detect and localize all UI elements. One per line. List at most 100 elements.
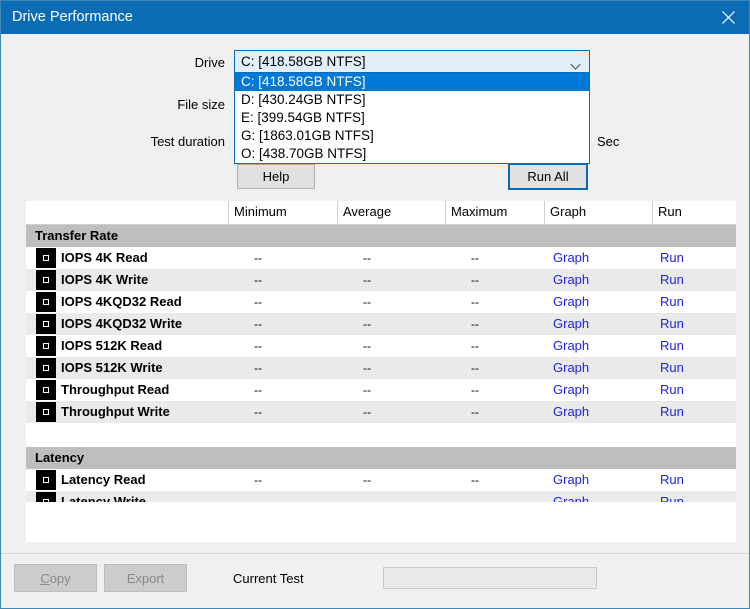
checkbox-square-icon[interactable] xyxy=(36,314,56,334)
footer-divider xyxy=(1,553,749,554)
run-link[interactable]: Run xyxy=(660,360,684,375)
close-icon xyxy=(721,11,735,24)
checkbox-square-icon[interactable] xyxy=(36,470,56,490)
graph-link[interactable]: Graph xyxy=(553,294,589,309)
minimum-value: -- xyxy=(254,339,262,353)
minimum-value: -- xyxy=(254,383,262,397)
table-row[interactable]: IOPS 512K Write -- -- -- Graph Run xyxy=(26,357,736,379)
minimum-value: -- xyxy=(254,295,262,309)
table-row[interactable]: Throughput Read -- -- -- Graph Run xyxy=(26,379,736,401)
test-name: IOPS 4KQD32 Read xyxy=(61,294,182,309)
column-header-average: Average xyxy=(343,204,392,219)
graph-link[interactable]: Graph xyxy=(553,272,589,287)
test-name: Throughput Write xyxy=(61,404,170,419)
run-link[interactable]: Run xyxy=(660,472,684,487)
table-row[interactable]: Throughput Write -- -- -- Graph Run xyxy=(26,401,736,423)
grid-spacer xyxy=(26,423,736,447)
run-link[interactable]: Run xyxy=(660,404,684,419)
average-value: -- xyxy=(363,339,371,353)
drive-option[interactable]: G: [1863.01GB NTFS] xyxy=(235,127,589,145)
checkbox-square-icon[interactable] xyxy=(36,380,56,400)
checkbox-square-icon[interactable] xyxy=(36,248,56,268)
drive-performance-window: Drive Performance Drive File size Test d… xyxy=(0,0,750,609)
checkbox-square-icon[interactable] xyxy=(36,336,56,356)
column-header-run: Run xyxy=(658,204,682,219)
run-all-button[interactable]: Run All xyxy=(508,163,588,190)
average-value: -- xyxy=(363,295,371,309)
maximum-value: -- xyxy=(471,273,479,287)
maximum-value: -- xyxy=(471,405,479,419)
average-value: -- xyxy=(363,383,371,397)
maximum-value: -- xyxy=(471,295,479,309)
test-name: IOPS 512K Read xyxy=(61,338,163,353)
section-header-label: Transfer Rate xyxy=(35,228,119,243)
run-link[interactable]: Run xyxy=(660,338,684,353)
maximum-value: -- xyxy=(471,317,479,331)
file-size-label: File size xyxy=(177,97,225,112)
grid-body: Transfer Rate IOPS 4K Read -- -- -- Graph Run I… xyxy=(26,225,736,513)
run-link[interactable]: Run xyxy=(660,272,684,287)
column-header-graph: Graph xyxy=(550,204,587,219)
maximum-value: -- xyxy=(471,361,479,375)
checkbox-square-icon[interactable] xyxy=(36,358,56,378)
drive-option[interactable]: C: [418.58GB NTFS] xyxy=(235,73,589,91)
graph-link[interactable]: Graph xyxy=(553,404,589,419)
test-name: IOPS 512K Write xyxy=(61,360,163,375)
test-duration-label: Test duration xyxy=(150,134,225,149)
copy-button[interactable]: Copy xyxy=(14,564,97,592)
table-row[interactable]: IOPS 4KQD32 Read -- -- -- Graph Run xyxy=(26,291,736,313)
average-value: -- xyxy=(363,273,371,287)
minimum-value: -- xyxy=(254,405,262,419)
test-name: IOPS 4K Read xyxy=(61,250,148,265)
table-row[interactable]: IOPS 4K Write -- -- -- Graph Run xyxy=(26,269,736,291)
checkbox-square-icon[interactable] xyxy=(36,270,56,290)
section-header-label: Latency xyxy=(35,450,85,465)
minimum-value: -- xyxy=(254,473,262,487)
help-button[interactable]: Help xyxy=(237,164,315,189)
graph-link[interactable]: Graph xyxy=(553,338,589,353)
section-header: Latency xyxy=(26,447,736,469)
table-row[interactable]: Latency Read -- -- -- Graph Run xyxy=(26,469,736,491)
average-value: -- xyxy=(363,251,371,265)
checkbox-square-icon[interactable] xyxy=(36,292,56,312)
minimum-value: -- xyxy=(254,361,262,375)
table-row[interactable]: IOPS 4K Read -- -- -- Graph Run xyxy=(26,247,736,269)
average-value: -- xyxy=(363,473,371,487)
drive-option[interactable]: O: [438.70GB NTFS] xyxy=(235,145,589,163)
copy-button-accel: C xyxy=(40,570,50,586)
graph-link[interactable]: Graph xyxy=(553,316,589,331)
column-header-minimum: Minimum xyxy=(234,204,287,219)
export-button[interactable]: Export xyxy=(104,564,187,592)
title-bar: Drive Performance xyxy=(1,1,749,34)
graph-link[interactable]: Graph xyxy=(553,382,589,397)
maximum-value: -- xyxy=(471,339,479,353)
run-link[interactable]: Run xyxy=(660,294,684,309)
checkbox-square-icon[interactable] xyxy=(36,402,56,422)
close-button[interactable] xyxy=(705,1,749,34)
table-row[interactable]: IOPS 4KQD32 Write -- -- -- Graph Run xyxy=(26,313,736,335)
graph-link[interactable]: Graph xyxy=(553,360,589,375)
test-name: IOPS 4K Write xyxy=(61,272,149,287)
drive-option[interactable]: D: [430.24GB NTFS] xyxy=(235,91,589,109)
grid-header-row: Minimum Average Maximum Graph Run xyxy=(26,201,736,225)
graph-link[interactable]: Graph xyxy=(553,472,589,487)
section-header: Transfer Rate xyxy=(26,225,736,247)
average-value: -- xyxy=(363,405,371,419)
drive-option[interactable]: E: [399.54GB NTFS] xyxy=(235,109,589,127)
run-link[interactable]: Run xyxy=(660,316,684,331)
run-link[interactable]: Run xyxy=(660,250,684,265)
graph-link[interactable]: Graph xyxy=(553,250,589,265)
run-link[interactable]: Run xyxy=(660,382,684,397)
current-test-label: Current Test xyxy=(233,571,304,586)
column-header-maximum: Maximum xyxy=(451,204,508,219)
table-row[interactable]: IOPS 512K Read -- -- -- Graph Run xyxy=(26,335,736,357)
window-title: Drive Performance xyxy=(12,9,133,25)
maximum-value: -- xyxy=(471,383,479,397)
minimum-value: -- xyxy=(254,251,262,265)
drive-dropdown-list[interactable]: C: [418.58GB NTFS] D: [430.24GB NTFS] E: [… xyxy=(234,73,590,164)
minimum-value: -- xyxy=(254,317,262,331)
drive-select[interactable]: C: [418.58GB NTFS] xyxy=(234,50,590,73)
test-name: Latency Read xyxy=(61,472,146,487)
test-name: IOPS 4KQD32 Write xyxy=(61,316,183,331)
average-value: -- xyxy=(363,361,371,375)
